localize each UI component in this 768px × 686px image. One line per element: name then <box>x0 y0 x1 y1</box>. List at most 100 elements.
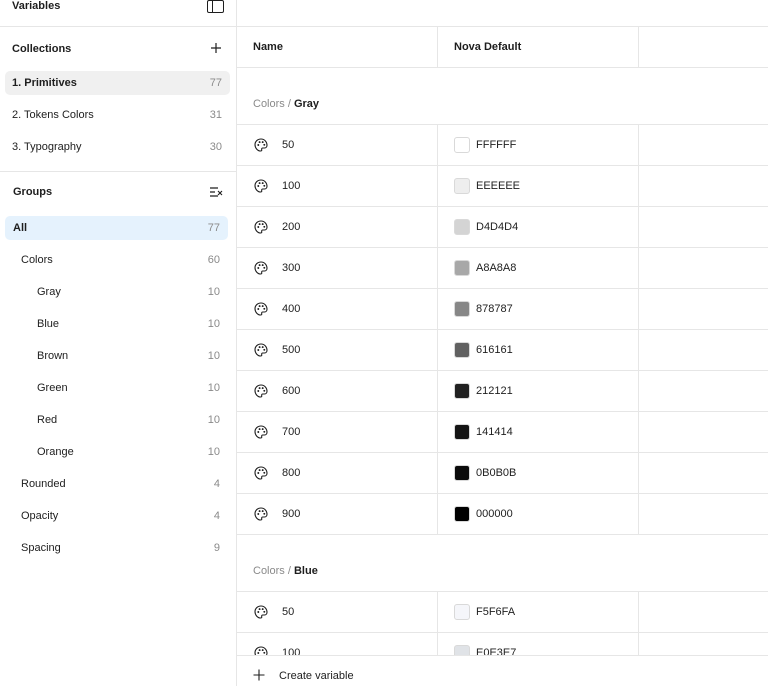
variable-name-cell[interactable]: 200 <box>237 207 438 247</box>
group-item-gray[interactable]: Gray 10 <box>5 280 228 304</box>
collections-header: Collections <box>0 30 237 62</box>
column-header-mode[interactable]: Nova Default <box>438 27 639 67</box>
variable-row[interactable]: 700 141414 <box>237 412 768 453</box>
palette-icon <box>254 220 268 234</box>
variable-name: 50 <box>282 606 295 618</box>
variable-name: 500 <box>282 344 301 356</box>
variable-row[interactable]: 600 212121 <box>237 371 768 412</box>
collection-item-primitives[interactable]: 1. Primitives 77 <box>5 71 230 95</box>
column-header-label: Name <box>253 41 283 53</box>
group-item-orange[interactable]: Orange 10 <box>5 440 228 464</box>
color-swatch[interactable] <box>454 178 470 194</box>
color-hex-value: 141414 <box>476 426 513 438</box>
palette-icon <box>254 507 268 521</box>
group-item-rounded[interactable]: Rounded 4 <box>5 472 228 496</box>
collapse-groups-icon[interactable] <box>209 185 223 199</box>
add-collection-icon[interactable] <box>209 41 223 55</box>
color-swatch[interactable] <box>454 465 470 481</box>
color-hex-value: EEEEEE <box>476 180 521 192</box>
group-item-label: Brown <box>37 350 69 362</box>
variable-name: 200 <box>282 221 301 233</box>
variable-value-cell[interactable]: 878787 <box>438 289 639 329</box>
collection-item-label: 2. Tokens Colors <box>12 109 94 121</box>
color-hex-value: 616161 <box>476 344 513 356</box>
color-hex-value: A8A8A8 <box>476 262 517 274</box>
variable-name-cell[interactable]: 900 <box>237 494 438 534</box>
table-topbar <box>237 0 768 27</box>
collection-item-count: 77 <box>209 77 222 89</box>
variable-name-cell[interactable]: 500 <box>237 330 438 370</box>
group-item-brown[interactable]: Brown 10 <box>5 344 228 368</box>
variable-row[interactable]: 800 0B0B0B <box>237 453 768 494</box>
group-item-blue[interactable]: Blue 10 <box>5 312 228 336</box>
variable-name-cell[interactable]: 800 <box>237 453 438 493</box>
create-variable-button[interactable]: Create variable <box>237 655 768 686</box>
variable-row[interactable]: 100 EEEEEE <box>237 166 768 207</box>
variable-name-cell[interactable]: 50 <box>237 592 438 632</box>
variable-name-cell[interactable]: 300 <box>237 248 438 288</box>
group-item-count: 10 <box>207 318 220 330</box>
variable-name: 300 <box>282 262 301 274</box>
color-swatch[interactable] <box>454 260 470 276</box>
collection-item-label: 1. Primitives <box>12 77 77 89</box>
color-swatch[interactable] <box>454 506 470 522</box>
color-swatch[interactable] <box>454 342 470 358</box>
collection-item-typography[interactable]: 3. Typography 30 <box>5 135 230 159</box>
variables-table: Name Nova Default Colors / Gray 50 FFFFFF 1… <box>237 0 768 686</box>
group-item-label: Green <box>37 382 68 394</box>
plus-icon <box>253 669 265 681</box>
palette-icon <box>254 384 268 398</box>
palette-icon <box>254 425 268 439</box>
collections-label: Collections <box>12 43 72 55</box>
variable-row[interactable]: 300 A8A8A8 <box>237 248 768 289</box>
color-swatch[interactable] <box>454 424 470 440</box>
group-item-red[interactable]: Red 10 <box>5 408 228 432</box>
variable-row[interactable]: 50 F5F6FA <box>237 592 768 633</box>
variable-value-cell[interactable]: 141414 <box>438 412 639 452</box>
color-swatch[interactable] <box>454 137 470 153</box>
group-item-opacity[interactable]: Opacity 4 <box>5 504 228 528</box>
variable-name-cell[interactable]: 700 <box>237 412 438 452</box>
variable-row[interactable]: 200 D4D4D4 <box>237 207 768 248</box>
palette-icon <box>254 261 268 275</box>
color-swatch[interactable] <box>454 383 470 399</box>
color-swatch[interactable] <box>454 604 470 620</box>
variable-value-cell[interactable]: 0B0B0B <box>438 453 639 493</box>
variable-row[interactable]: 500 616161 <box>237 330 768 371</box>
column-header-name[interactable]: Name <box>237 27 438 67</box>
variable-value-cell[interactable]: D4D4D4 <box>438 207 639 247</box>
variable-row[interactable]: 900 000000 <box>237 494 768 535</box>
group-item-colors[interactable]: Colors 60 <box>5 248 228 272</box>
variable-name-cell[interactable]: 50 <box>237 125 438 165</box>
collection-item-count: 31 <box>209 109 222 121</box>
toggle-sidebar-icon[interactable] <box>207 0 224 13</box>
group-item-label: Red <box>37 414 58 426</box>
palette-icon <box>254 179 268 193</box>
group-item-count: 9 <box>213 542 220 554</box>
variable-value-cell[interactable]: A8A8A8 <box>438 248 639 288</box>
variable-name-cell[interactable]: 400 <box>237 289 438 329</box>
variable-name-cell[interactable]: 600 <box>237 371 438 411</box>
color-hex-value: 878787 <box>476 303 513 315</box>
collection-item-label: 3. Typography <box>12 141 82 153</box>
variable-value-cell[interactable]: 212121 <box>438 371 639 411</box>
variable-value-cell[interactable]: 000000 <box>438 494 639 534</box>
color-swatch[interactable] <box>454 301 470 317</box>
variable-value-cell[interactable]: F5F6FA <box>438 592 639 632</box>
collection-item-count: 30 <box>209 141 222 153</box>
group-item-green[interactable]: Green 10 <box>5 376 228 400</box>
variable-value-cell[interactable]: EEEEEE <box>438 166 639 206</box>
color-swatch[interactable] <box>454 219 470 235</box>
variable-name-cell[interactable]: 100 <box>237 166 438 206</box>
group-item-count: 10 <box>207 414 220 426</box>
group-item-spacing[interactable]: Spacing 9 <box>5 536 228 560</box>
group-name: Gray <box>293 98 320 110</box>
variable-row[interactable]: 50 FFFFFF <box>237 125 768 166</box>
collection-item-tokens-colors[interactable]: 2. Tokens Colors 31 <box>5 103 230 127</box>
variable-value-cell[interactable]: 616161 <box>438 330 639 370</box>
palette-icon <box>254 605 268 619</box>
variable-name: 800 <box>282 467 301 479</box>
variable-value-cell[interactable]: FFFFFF <box>438 125 639 165</box>
group-item-all[interactable]: All 77 <box>5 216 228 240</box>
variable-row[interactable]: 400 878787 <box>237 289 768 330</box>
